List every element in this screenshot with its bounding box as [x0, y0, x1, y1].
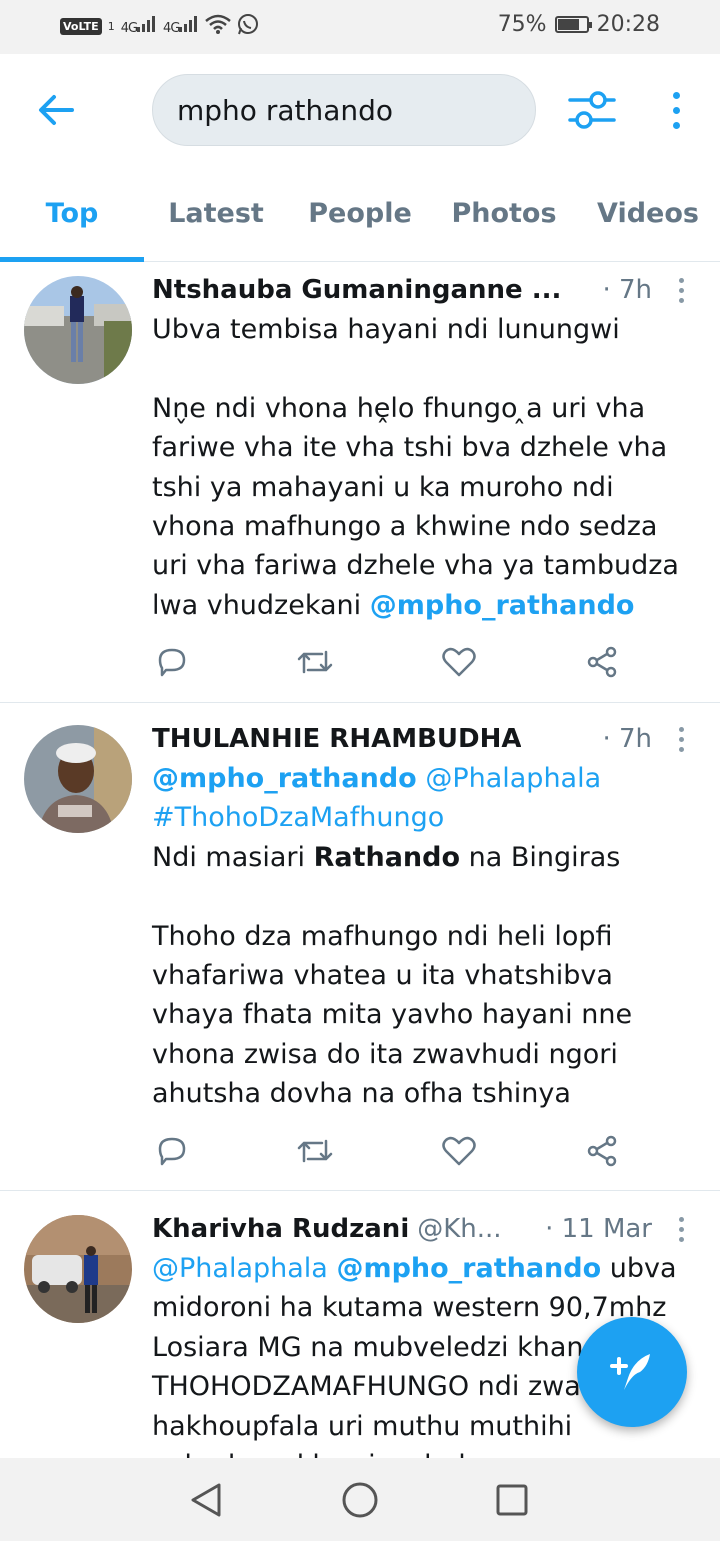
share-icon — [587, 1135, 617, 1167]
square-recents-icon — [496, 1484, 528, 1516]
nav-home-button[interactable] — [340, 1480, 380, 1520]
status-bar: VoLTE 1 4G 4G 75% 20:28 — [0, 0, 720, 54]
back-button[interactable] — [34, 90, 78, 130]
avatar[interactable] — [24, 725, 132, 833]
nav-recents-button[interactable] — [492, 1480, 532, 1520]
tweet-text: @mpho_rathando @Phalaphala #ThohoDzaMafh… — [152, 763, 633, 1110]
retweet-icon — [298, 650, 333, 674]
hashtag-link[interactable]: #ThohoDzaMafhungo — [152, 802, 444, 833]
author-name[interactable]: Ntshauba Gumaninganne ... — [152, 275, 561, 305]
tweet-text: Ubva tembisa hayani ndi lunungwi Nn̬e nd… — [152, 314, 679, 621]
tweet[interactable]: Ntshauba Gumaninganne ... · 7h Ubva temb… — [0, 262, 720, 703]
filter-button[interactable] — [566, 88, 618, 132]
signal-icon-1: 4G — [121, 16, 157, 36]
reply-icon — [158, 648, 186, 677]
compose-tweet-icon — [610, 1354, 650, 1390]
author-name[interactable]: THULANHIE RHAMBUDHA — [152, 724, 521, 754]
avatar[interactable] — [24, 1215, 132, 1323]
tweet-header: Ntshauba Gumaninganne ... · 7h — [152, 270, 692, 310]
tweet-menu-icon[interactable] — [670, 1213, 692, 1245]
like-button[interactable] — [439, 1131, 479, 1171]
tweet-header: THULANHIE RHAMBUDHA · 7h — [152, 719, 692, 759]
author-name[interactable]: Kharivha Rudzani — [152, 1214, 409, 1244]
tab-people[interactable]: People — [288, 166, 432, 261]
search-input[interactable] — [153, 75, 535, 145]
share-button[interactable] — [582, 1131, 622, 1171]
share-icon — [587, 646, 617, 678]
search-tabs: Top Latest People Photos Videos — [0, 166, 720, 262]
circle-home-icon — [342, 1482, 378, 1518]
reply-button[interactable] — [152, 642, 192, 682]
triangle-back-icon — [191, 1483, 221, 1517]
reply-icon — [158, 1137, 186, 1166]
sim-indicator: 1 — [107, 19, 115, 33]
tweet-header: Kharivha Rudzani @Kh... · 11 Mar — [152, 1209, 692, 1249]
tab-photos[interactable]: Photos — [432, 166, 576, 261]
mention-link[interactable]: @Phalaphala — [425, 763, 601, 794]
status-left: VoLTE 1 4G 4G — [60, 13, 259, 39]
like-button[interactable] — [439, 642, 479, 682]
search-header — [0, 54, 720, 166]
whatsapp-icon — [237, 13, 259, 39]
filter-sliders-icon — [568, 91, 616, 129]
battery-icon — [554, 16, 592, 33]
heart-icon — [441, 1136, 476, 1166]
mention-link[interactable]: @mpho_rathando — [152, 763, 417, 794]
volte-badge: VoLTE — [60, 17, 102, 35]
wifi-icon — [205, 14, 232, 38]
compose-tweet-button[interactable] — [577, 1317, 687, 1427]
nav-back-button[interactable] — [186, 1480, 226, 1520]
avatar[interactable] — [24, 276, 132, 384]
mention-link[interactable]: @mpho_rathando — [336, 1253, 601, 1284]
more-vertical-icon — [672, 91, 680, 99]
mention-link[interactable]: @Phalaphala — [152, 1253, 328, 1284]
retweet-icon — [298, 1139, 333, 1163]
retweet-button[interactable] — [295, 642, 335, 682]
tweet-actions — [152, 1131, 622, 1171]
tab-videos[interactable]: Videos — [576, 166, 720, 261]
clock: 20:28 — [596, 12, 660, 37]
share-button[interactable] — [582, 642, 622, 682]
heart-icon — [441, 647, 476, 677]
tweet-time: · 11 Mar — [545, 1214, 652, 1244]
reply-button[interactable] — [152, 1131, 192, 1171]
tweet-menu-icon[interactable] — [670, 723, 692, 755]
tweet[interactable]: THULANHIE RHAMBUDHA · 7h @mpho_rathando … — [0, 703, 720, 1191]
tweet-menu-icon[interactable] — [670, 274, 692, 306]
tab-top[interactable]: Top — [0, 166, 144, 262]
tweet-actions — [152, 642, 622, 682]
retweet-button[interactable] — [295, 1131, 335, 1171]
mention-link[interactable]: @mpho_rathando — [370, 590, 635, 621]
system-nav-bar — [0, 1458, 720, 1541]
arrow-left-icon — [39, 95, 74, 125]
battery-percent: 75% — [497, 12, 547, 37]
more-options-button[interactable] — [660, 88, 692, 132]
tab-latest[interactable]: Latest — [144, 166, 288, 261]
search-box[interactable] — [152, 74, 536, 146]
status-right: 75% 20:28 — [498, 12, 660, 37]
signal-icon-2: 4G — [163, 16, 199, 36]
author-handle[interactable]: @Kh... — [417, 1214, 501, 1244]
